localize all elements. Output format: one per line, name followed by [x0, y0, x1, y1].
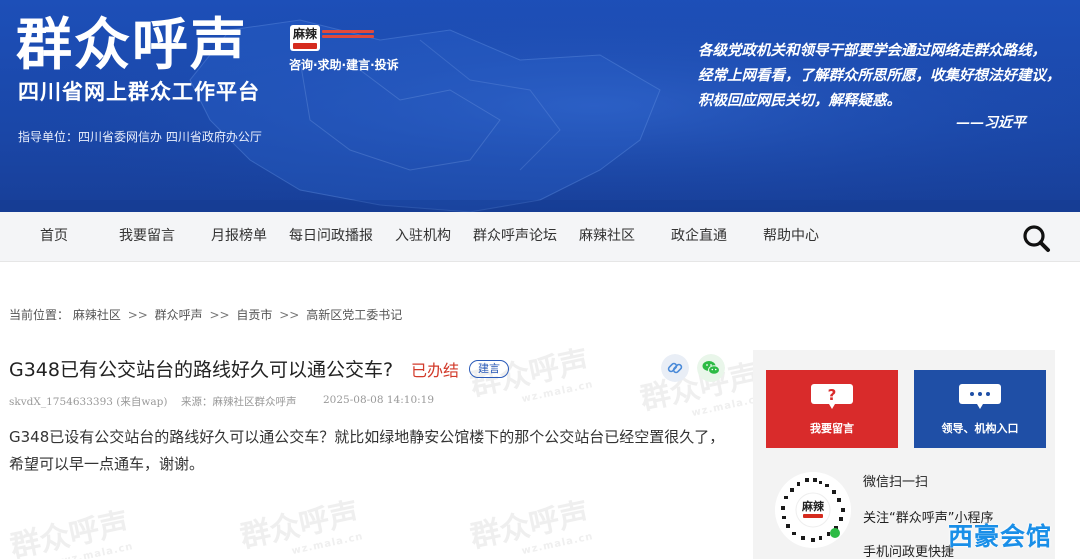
wechat-icon[interactable] — [697, 354, 725, 382]
site-title: 群众呼声 — [16, 13, 248, 78]
watermark: 群众呼声 wz.mala.cn — [467, 495, 595, 558]
breadcrumb-link-zigong[interactable]: 自贡市 — [236, 308, 272, 322]
mala-logo-caption — [322, 30, 374, 42]
site-banner: 群众呼声 四川省网上群众工作平台 麻辣 咨询·求助·建言·投诉 指导单位：四川省… — [0, 0, 1080, 212]
post-title: G348已有公交站台的路线好久可以通公交车? — [9, 359, 394, 381]
watermark: 群众呼声 wz.mala.cn — [237, 495, 365, 558]
leave-message-button[interactable]: ? 我要留言 — [766, 370, 898, 448]
post-author: skvdX_1754633393 (来自wap) — [9, 396, 168, 408]
nav-item-daily-broadcast[interactable]: 每日问政播报 — [289, 212, 373, 262]
qr-scan-hint: 微信扫一扫 — [863, 475, 929, 490]
mala-logo-stripe — [293, 43, 317, 49]
post-source: 来源：麻辣社区群众呼声 — [181, 396, 297, 408]
search-icon[interactable] — [1020, 222, 1052, 254]
question-bubble-icon: ? — [811, 384, 853, 409]
qr-code-pattern: 麻辣 — [775, 472, 851, 548]
site-subtitle: 四川省网上群众工作平台 — [18, 80, 260, 104]
nav-item-mala-community[interactable]: 麻辣社区 — [579, 212, 635, 262]
breadcrumb-separator: >> — [209, 308, 230, 322]
post-datetime: 2025-08-08 14:10:19 — [323, 394, 435, 406]
nav-item-home[interactable]: 首页 — [40, 212, 68, 262]
status-badge: 已办结 — [411, 361, 460, 380]
svg-text:?: ? — [828, 386, 837, 404]
breadcrumb-separator: >> — [127, 308, 148, 322]
leave-message-label: 我要留言 — [810, 422, 854, 435]
breadcrumb-prefix: 当前位置： — [9, 308, 70, 322]
nav-item-monthly-ranking[interactable]: 月报榜单 — [211, 212, 267, 262]
miniprogram-qr-code: 麻辣 — [775, 472, 851, 548]
nav-item-institutions[interactable]: 入驻机构 — [395, 212, 451, 262]
link-icon[interactable] — [661, 354, 689, 382]
site-slogan: 咨询·求助·建言·投诉 — [289, 58, 399, 72]
breadcrumb-link-mala[interactable]: 麻辣社区 — [73, 308, 121, 322]
nav-item-leave-message[interactable]: 我要留言 — [119, 212, 175, 262]
post-body: G348已设有公交站台的路线好久可以通公交车？就比如绿地静安公馆楼下的那个公交站… — [9, 428, 725, 473]
nav-item-gov-enterprise[interactable]: 政企直通 — [671, 212, 727, 262]
leader-entry-label: 领导、机构入口 — [941, 422, 1019, 435]
corner-watermark: 西豪会馆 — [948, 522, 1053, 551]
leader-entry-button[interactable]: 领导、机构入口 — [914, 370, 1046, 448]
chat-bubble-icon — [959, 384, 1001, 409]
breadcrumb-link-crowd-voice[interactable]: 群众呼声 — [155, 308, 203, 322]
breadcrumb-link-secretary[interactable]: 高新区党工委书记 — [306, 308, 402, 322]
quote-line: 积极回应网民关切，解释疑惑。 — [698, 92, 901, 109]
guidance-units: 指导单位：四川省委网信办 四川省政府办公厅 — [18, 130, 262, 144]
main-nav: 首页 我要留言 月报榜单 每日问政播报 入驻机构 群众呼声论坛 麻辣社区 政企直… — [0, 212, 1080, 262]
breadcrumb: 当前位置： 麻辣社区 >> 群众呼声 >> 自贡市 >> 高新区党工委书记 — [9, 306, 402, 323]
watermark: 群众呼声 wz.mala.cn — [7, 505, 135, 559]
banner-quote: 各级党政机关和领导干部要学会通过网络走群众路线， 经常上网看看，了解群众所思所愿… — [698, 38, 1068, 113]
nav-item-forum[interactable]: 群众呼声论坛 — [473, 212, 557, 262]
svg-text:麻辣: 麻辣 — [801, 499, 825, 513]
type-badge: 建言 — [469, 360, 509, 378]
quote-line: 各级党政机关和领导干部要学会通过网络走群众路线， — [698, 42, 1046, 59]
nav-item-help-center[interactable]: 帮助中心 — [763, 212, 819, 262]
quote-line: 经常上网看看，了解群众所思所愿，收集好想法好建议， — [698, 67, 1061, 84]
qr-fast-hint: 手机问政更快捷 — [863, 545, 955, 559]
post-article: 群众呼声 wz.mala.cn 群众呼声 wz.mala.cn 群众呼声 wz.mal… — [0, 340, 764, 559]
mala-logo-text: 麻辣 — [292, 27, 317, 41]
quote-author: ——习近平 — [956, 115, 1026, 131]
mala-logo: 麻辣 — [290, 25, 320, 51]
breadcrumb-separator: >> — [279, 308, 300, 322]
